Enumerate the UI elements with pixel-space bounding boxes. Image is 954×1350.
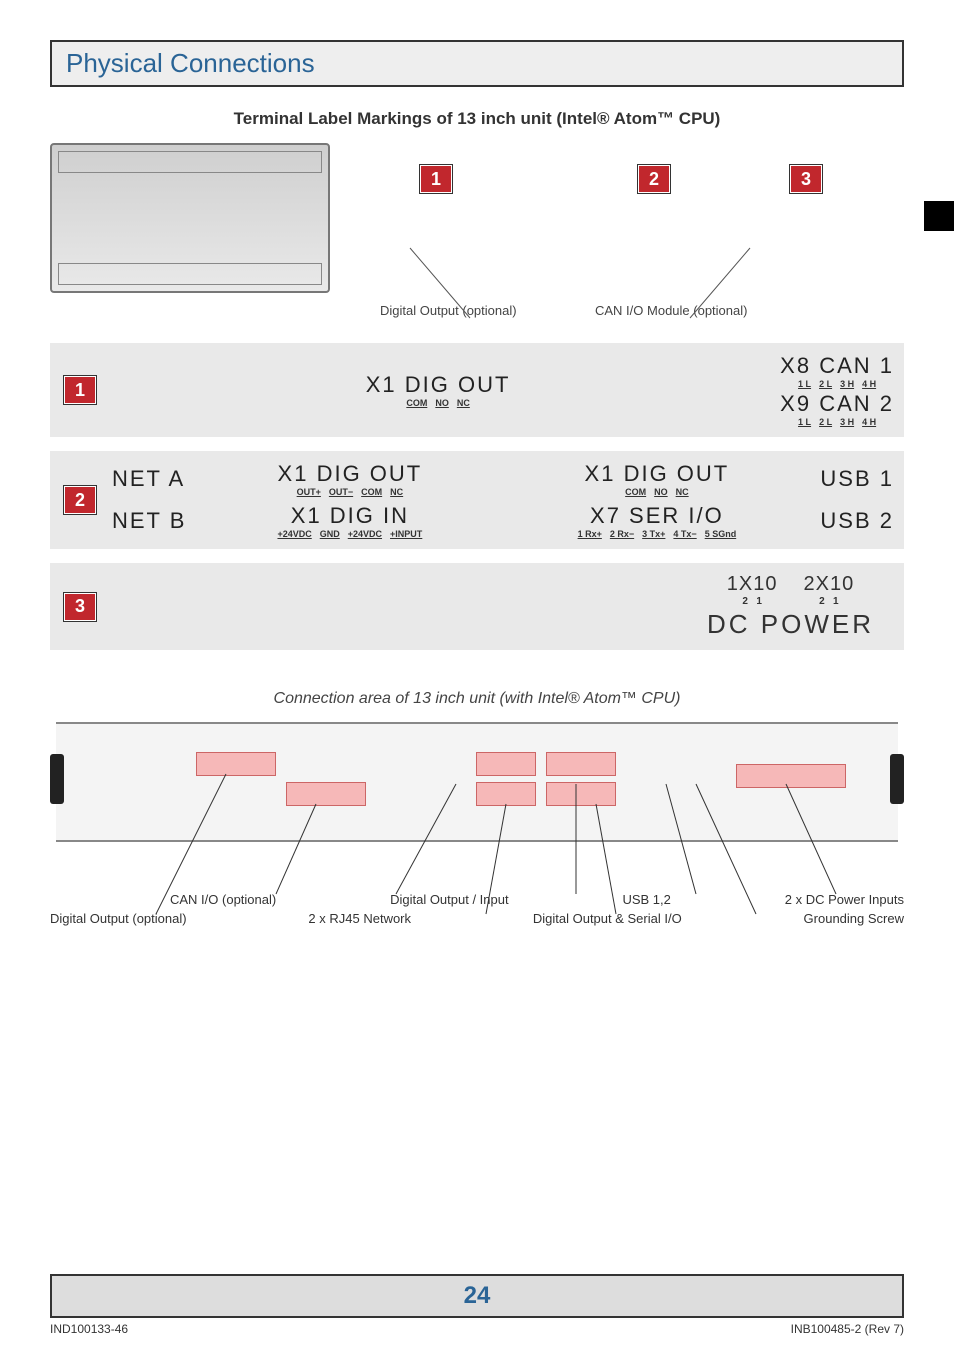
bottom-labels-row1: CAN I/O (optional) Digital Output / Inpu… [50, 892, 904, 907]
label-strip [924, 201, 954, 231]
connection-diagram [56, 722, 898, 842]
lbl-ser-io: Digital Output & Serial I/O [533, 911, 682, 926]
doc-id-right: INB100485-2 (Rev 7) [791, 1322, 904, 1336]
page-footer: 24 IND100133-46 INB100485-2 (Rev 7) [50, 1274, 904, 1336]
lbl-rj45: 2 x RJ45 Network [308, 911, 411, 926]
term-x1-dig-out-b: X1 DIG OUT COMNONC [513, 461, 800, 497]
lbl-dio: Digital Output / Input [390, 892, 509, 907]
callout-3: 3 [790, 165, 822, 193]
hl-dio-1 [476, 752, 536, 776]
term-1x10: 1X10 2 1 [727, 573, 778, 607]
row3-num: 3 [64, 593, 96, 621]
bottom-labels-row2: Digital Output (optional) 2 x RJ45 Netwo… [50, 911, 904, 926]
mount-bracket-right [890, 754, 904, 804]
lbl-ground: Grounding Screw [804, 911, 904, 926]
term-x1-dig-out: X1 DIG OUT COMNONC [366, 372, 511, 408]
dc-power-label: DC POWER [707, 609, 874, 640]
hl-dio-2 [476, 782, 536, 806]
label-digital-output: Digital Output (optional) [380, 303, 517, 318]
term-x9-can2: X9 CAN 2 1 L2 L3 H4 H [780, 391, 894, 427]
lbl-dig-out-opt: Digital Output (optional) [50, 911, 187, 926]
lbl-usb: USB 1,2 [622, 892, 670, 907]
term-net-a: NET A [112, 466, 186, 492]
term-usb1: USB 1 [820, 466, 894, 492]
doc-id-left: IND100133-46 [50, 1322, 128, 1336]
term-usb2: USB 2 [820, 508, 894, 534]
section-header: Physical Connections [50, 40, 904, 87]
callout-1: 1 [420, 165, 452, 193]
hl-can-io [286, 782, 366, 806]
hl-dig-out [196, 752, 276, 776]
callout-2: 2 [638, 165, 670, 193]
row1-num: 1 [64, 376, 96, 404]
section-title: Physical Connections [66, 48, 315, 78]
subtitle: Terminal Label Markings of 13 inch unit … [50, 109, 904, 129]
pins: COMNONC [402, 398, 474, 408]
device-outline [50, 143, 330, 293]
row2-num: 2 [64, 486, 96, 514]
hl-ser-2 [546, 782, 616, 806]
term-2x10: 2X10 2 1 [804, 573, 855, 607]
term-x1-dig-in: X1 DIG IN +24VDCGND+24VDC+INPUT [206, 503, 493, 539]
lbl-can-io: CAN I/O (optional) [170, 892, 276, 907]
detail-row-1: 1 X1 DIG OUT COMNONC X8 CAN 1 1 L2 L3 H4… [50, 343, 904, 437]
term-x7-ser-io: X7 SER I/O 1 Rx+2 Rx−3 Tx+4 Tx−5 SGnd [513, 503, 800, 539]
term-net-b: NET B [112, 508, 186, 534]
lbl-dc-power: 2 x DC Power Inputs [785, 892, 904, 907]
hl-power [736, 764, 846, 788]
term-x8-can1: X8 CAN 1 1 L2 L3 H4 H [780, 353, 894, 389]
detail-row-2: 2 NET A X1 DIG OUT OUT+OUT−COMNC X1 DIG … [50, 451, 904, 549]
hl-ser-1 [546, 752, 616, 776]
label-can-io: CAN I/O Module (optional) [595, 303, 747, 318]
overview-diagram: 1 2 3 Digital Output (optional) CAN I/O … [50, 143, 904, 343]
connection-caption: Connection area of 13 inch unit (with In… [50, 690, 904, 708]
mount-bracket-left [50, 754, 64, 804]
detail-row-3: 3 1X10 2 1 2X10 2 1 DC POWER [50, 563, 904, 650]
page-number: 24 [50, 1274, 904, 1318]
term-x1-dig-out-a: X1 DIG OUT OUT+OUT−COMNC [206, 461, 493, 497]
